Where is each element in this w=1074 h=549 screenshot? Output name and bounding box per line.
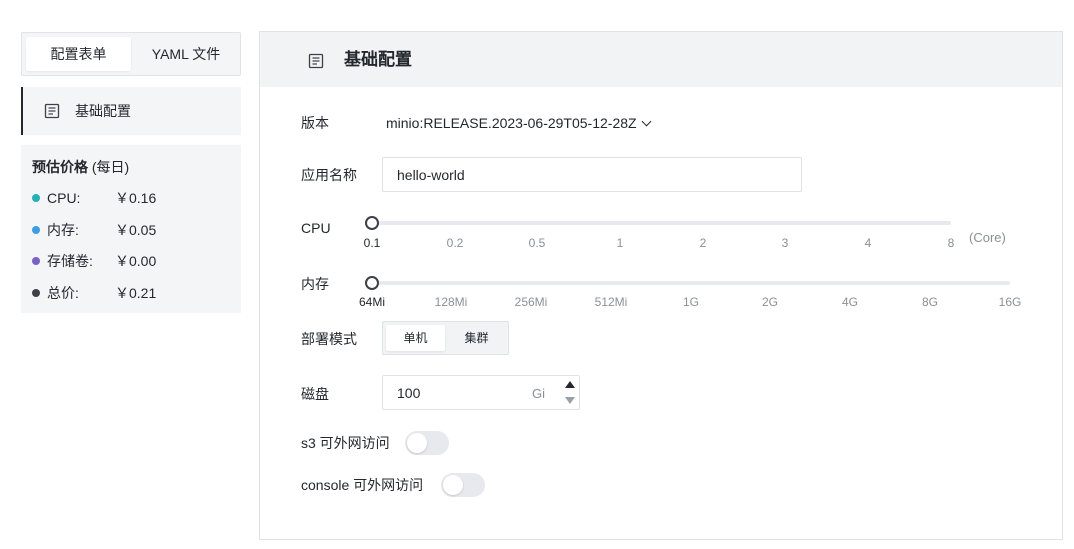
cpu-tick: 1 xyxy=(616,236,624,250)
version-select[interactable]: minio:RELEASE.2023-06-29T05-12-28Z xyxy=(386,114,652,132)
price-title-text: 预估价格 xyxy=(32,159,88,175)
cpu-tick: 8 xyxy=(947,236,955,250)
price-title: 预估价格 (每日) xyxy=(32,158,129,176)
tab-form[interactable]: 配置表单 xyxy=(26,37,131,71)
disk-value: 100 xyxy=(397,385,421,401)
s3-public-toggle[interactable] xyxy=(405,431,449,455)
memory-tick: 64Mi xyxy=(358,295,386,309)
memory-slider-handle[interactable] xyxy=(365,276,379,290)
price-value: ￥0.05 xyxy=(115,222,157,238)
sidebar-item-basic-config[interactable]: 基础配置 xyxy=(21,87,241,135)
panel-header: 基础配置 xyxy=(260,32,1062,87)
deploy-mode-label: 部署模式 xyxy=(301,331,357,347)
deploy-mode-switch: 单机 集群 xyxy=(382,321,509,355)
cpu-unit: (Core) xyxy=(969,230,1006,245)
version-value: minio:RELEASE.2023-06-29T05-12-28Z xyxy=(386,115,637,131)
memory-tick: 8G xyxy=(921,295,939,309)
cpu-slider-track[interactable] xyxy=(372,221,951,225)
price-value: ￥0.16 xyxy=(115,190,157,206)
memory-tick: 2G xyxy=(761,295,779,309)
s3-public-label: s3 可外网访问 xyxy=(301,435,390,451)
cpu-dot-icon xyxy=(32,194,40,202)
storage-dot-icon xyxy=(32,257,40,265)
console-public-label: console 可外网访问 xyxy=(301,477,424,493)
version-label: 版本 xyxy=(301,115,329,131)
toggle-knob xyxy=(443,475,463,495)
cpu-tick: 3 xyxy=(781,236,789,250)
memory-tick: 256Mi xyxy=(514,295,548,309)
disk-size-input[interactable]: 100 Gi xyxy=(382,375,580,410)
memory-slider-track[interactable] xyxy=(372,281,1010,285)
app-name-input[interactable] xyxy=(382,157,802,192)
decrement-arrow-icon[interactable] xyxy=(563,393,577,407)
memory-tick: 512Mi xyxy=(594,295,628,309)
cpu-tick: 0.1 xyxy=(363,236,381,250)
cpu-tick: 0.5 xyxy=(528,236,546,250)
memory-tick: 16G xyxy=(998,295,1022,309)
mode-tabs: 配置表单 YAML 文件 xyxy=(21,32,241,76)
price-label: 存储卷: xyxy=(47,253,93,269)
disk-label: 磁盘 xyxy=(301,386,329,402)
basic-config-panel: 基础配置 版本 minio:RELEASE.2023-06-29T05-12-2… xyxy=(259,31,1063,540)
price-label: CPU: xyxy=(47,190,81,206)
price-value: ￥0.21 xyxy=(115,285,157,301)
panel-title: 基础配置 xyxy=(344,50,412,69)
sidebar-item-label: 基础配置 xyxy=(75,103,131,119)
price-label: 内存: xyxy=(47,222,79,238)
cpu-tick: 2 xyxy=(699,236,707,250)
memory-label: 内存 xyxy=(301,276,329,292)
price-label: 总价: xyxy=(47,285,79,301)
app-name-label: 应用名称 xyxy=(301,167,357,183)
price-period: (每日) xyxy=(91,159,130,175)
cpu-tick: 0.2 xyxy=(446,236,464,250)
deploy-mode-cluster[interactable]: 集群 xyxy=(447,325,506,351)
cpu-label: CPU xyxy=(301,220,331,236)
toggle-knob xyxy=(407,433,427,453)
memory-tick: 4G xyxy=(841,295,859,309)
memory-tick: 128Mi xyxy=(434,295,468,309)
price-estimate-card: 预估价格 (每日) CPU: ￥0.16 内存: ￥0.05 存储卷: ￥0.0… xyxy=(21,145,241,313)
total-dot-icon xyxy=(32,289,40,297)
document-icon xyxy=(308,53,324,69)
tab-yaml[interactable]: YAML 文件 xyxy=(134,37,238,71)
cpu-slider-handle[interactable] xyxy=(365,216,379,230)
console-public-toggle[interactable] xyxy=(441,473,485,497)
deploy-mode-standalone[interactable]: 单机 xyxy=(386,325,445,351)
memory-dot-icon xyxy=(32,226,40,234)
increment-arrow-icon[interactable] xyxy=(563,378,577,392)
disk-unit: Gi xyxy=(532,386,545,401)
document-icon xyxy=(44,103,60,119)
memory-tick: 1G xyxy=(682,295,700,309)
cpu-tick: 4 xyxy=(864,236,872,250)
price-value: ￥0.00 xyxy=(115,253,157,269)
chevron-down-icon xyxy=(641,116,652,127)
